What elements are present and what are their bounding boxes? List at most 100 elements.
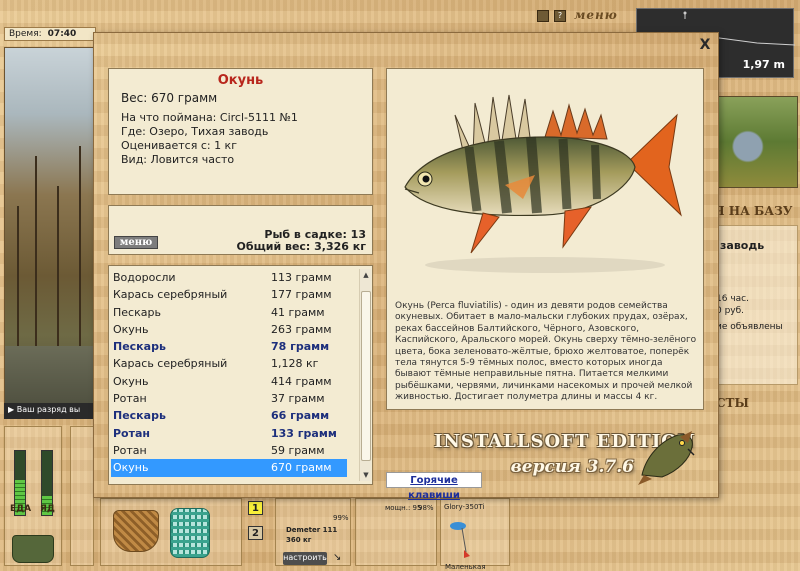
close-button[interactable]: X bbox=[698, 38, 712, 52]
power-label: мощн.: 95 bbox=[385, 504, 422, 512]
brand-title: INSTALLSOFT EDITION bbox=[434, 431, 696, 452]
setup-button[interactable]: настроить bbox=[283, 552, 327, 565]
catch-fish-weight: 177 грамм bbox=[271, 288, 332, 302]
menu-link[interactable]: меню bbox=[574, 8, 618, 22]
catch-list-item[interactable]: Пескарь 78 грамм bbox=[111, 338, 347, 355]
arrow-icon[interactable]: ↘ bbox=[333, 552, 341, 563]
fish-name: Окунь bbox=[217, 73, 264, 88]
catch-fish-name: Ротан bbox=[113, 426, 151, 440]
catch-fish-weight: 263 грамм bbox=[271, 322, 332, 336]
time-value: 07:40 bbox=[47, 29, 77, 39]
perch-icon bbox=[404, 94, 682, 273]
catch-fish-name: Окунь bbox=[113, 374, 149, 388]
catch-fish-weight: 670 грамм bbox=[271, 461, 332, 475]
slot-1-button[interactable]: 1 bbox=[248, 501, 263, 515]
scrollbar[interactable]: ▲ ▼ bbox=[359, 269, 371, 481]
catch-fish-weight: 133 грамм bbox=[271, 426, 337, 440]
rod-name: Glory-350Ti bbox=[444, 503, 485, 511]
slot-2-button[interactable]: 2 bbox=[248, 526, 263, 540]
food-gauge-label: ЕДА bbox=[10, 504, 32, 514]
help-icon[interactable]: ? bbox=[554, 10, 566, 22]
basket-icon[interactable] bbox=[113, 510, 159, 552]
catch-list-item[interactable]: Ротан 59 грамм bbox=[111, 442, 347, 459]
catch-list-item[interactable]: Окунь 263 грамм bbox=[111, 321, 347, 338]
catch-list-item[interactable]: Водоросли 113 грамм bbox=[111, 269, 347, 286]
rank-message[interactable]: ▶ Ваш разряд вы bbox=[4, 403, 96, 419]
hotkeys-button[interactable]: Горячие клавиши bbox=[386, 472, 482, 501]
catch-fish-name: Ротан bbox=[113, 443, 147, 457]
fishing-scene[interactable] bbox=[4, 47, 96, 417]
catch-fish-name: Карась серебряный bbox=[113, 288, 228, 302]
ads-text: ие объявлены bbox=[716, 322, 783, 332]
catch-list-item[interactable]: Пескарь 41 грамм bbox=[111, 304, 347, 321]
fish-description: Окунь (Perca fluviatilis) - один из девя… bbox=[395, 301, 697, 403]
catch-fish-name: Окунь bbox=[113, 461, 149, 475]
tree bbox=[57, 186, 59, 356]
catch-fish-weight: 41 грамм bbox=[271, 305, 325, 319]
time-label: Время: bbox=[9, 29, 42, 39]
catch-fish-name: Пескарь bbox=[113, 409, 166, 423]
catch-fish-name: Пескарь bbox=[113, 340, 166, 354]
catch-list-item[interactable]: Ротан 133 грамм bbox=[111, 425, 347, 442]
catch-list-item[interactable]: Окунь 670 грамм bbox=[111, 459, 347, 477]
depth-value: 1,97 m bbox=[742, 58, 785, 71]
catch-list-rows: Водоросли 113 грамм Карась серебряный 177 г… bbox=[111, 269, 347, 477]
tree bbox=[79, 146, 81, 356]
catch-fish-name: Окунь bbox=[113, 322, 149, 336]
lure-name: Маленькая bbox=[445, 563, 486, 571]
location-text: заводь bbox=[720, 239, 765, 252]
catch-list-item[interactable]: Окунь 414 грамм bbox=[111, 373, 347, 390]
rank-text: Ваш разряд вы bbox=[16, 405, 81, 414]
catch-list: Водоросли 113 грамм Карась серебряный 177 г… bbox=[108, 265, 373, 485]
fish-weight: Вес: 670 грамм bbox=[121, 91, 218, 105]
catch-fish-weight: 66 грамм bbox=[271, 409, 330, 423]
fish-info-panel: Окунь Вес: 670 грамм На что поймана: Cir… bbox=[108, 68, 373, 195]
catch-fish-name: Водоросли bbox=[113, 271, 176, 284]
poison-gauge-label: ЯД bbox=[40, 504, 55, 514]
catch-list-item[interactable]: Ротан 37 грамм bbox=[111, 390, 347, 407]
caught-on: На что поймана: Circl-5111 №1 bbox=[121, 111, 298, 124]
keepnet-icon[interactable] bbox=[170, 508, 210, 558]
reel-condition: 99% bbox=[333, 514, 349, 522]
keepnet-menu-button[interactable]: меню bbox=[114, 236, 158, 249]
rated-from: Оценивается с: 1 кг bbox=[121, 139, 237, 152]
catch-fish-weight: 113 грамм bbox=[271, 271, 332, 284]
catch-list-item[interactable]: Карась серебряный 177 грамм bbox=[111, 286, 347, 303]
catch-fish-name: Карась серебряный bbox=[113, 357, 228, 371]
time-hours-text: 16 час. bbox=[716, 294, 749, 304]
catch-fish-weight: 414 грамм bbox=[271, 374, 332, 388]
fish-dialog: X Окунь Вес: 670 грамм На что поймана: C… bbox=[93, 32, 719, 501]
time-display: Время: 07:40 bbox=[4, 27, 96, 41]
tree bbox=[17, 206, 19, 356]
scroll-down-icon[interactable]: ▼ bbox=[360, 469, 372, 481]
fish-kind: Вид: Ловится часто bbox=[121, 153, 235, 166]
inventory-slot[interactable] bbox=[70, 426, 94, 566]
lure-icon bbox=[450, 522, 470, 558]
catch-fish-name: Пескарь bbox=[113, 305, 161, 319]
lower-link[interactable]: сты bbox=[716, 396, 749, 410]
catch-fish-weight: 1,128 кг bbox=[271, 357, 319, 371]
pike-icon bbox=[638, 431, 695, 485]
scroll-thumb[interactable] bbox=[361, 291, 371, 461]
fish-picture-panel: Окунь (Perca fluviatilis) - один из девя… bbox=[386, 68, 704, 410]
location-picture[interactable] bbox=[714, 96, 798, 188]
scroll-up-icon[interactable]: ▲ bbox=[360, 269, 372, 281]
bag-icon[interactable] bbox=[12, 535, 54, 563]
catch-fish-weight: 37 грамм bbox=[271, 392, 325, 406]
catch-list-item[interactable]: Карась серебряный 1,128 кг bbox=[111, 355, 347, 372]
catch-fish-weight: 78 грамм bbox=[271, 340, 330, 354]
reel-name: Demeter 111 bbox=[286, 526, 338, 534]
keepnet-summary: меню Рыб в садке: 13 Общий вес: 3,326 кг bbox=[108, 205, 373, 255]
arrow-right-icon: ▶ bbox=[8, 405, 17, 414]
version-text: версия 3.7.6 bbox=[510, 457, 634, 477]
catch-list-item[interactable]: Пескарь 66 грамм bbox=[111, 407, 347, 424]
price-text: 0 руб. bbox=[716, 306, 745, 316]
window-icon[interactable] bbox=[537, 10, 549, 22]
rod-condition: 98% bbox=[418, 504, 434, 512]
catch-fish-name: Ротан bbox=[113, 392, 147, 406]
catch-location: Где: Озеро, Тихая заводь bbox=[121, 125, 269, 138]
catch-fish-weight: 59 грамм bbox=[271, 443, 325, 457]
to-base-link[interactable]: я на базу bbox=[714, 204, 792, 218]
total-weight: Общий вес: 3,326 кг bbox=[236, 240, 366, 253]
tree bbox=[35, 156, 37, 356]
